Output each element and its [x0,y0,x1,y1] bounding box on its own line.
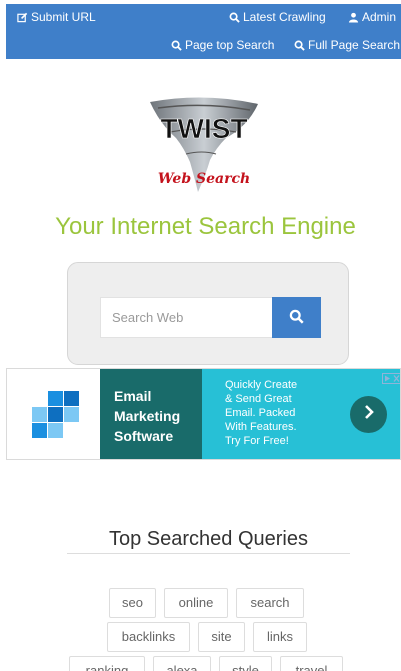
ad-title-line: Email [114,388,152,404]
search-icon [294,40,305,51]
search-icon [229,12,240,23]
query-tag[interactable]: travel [280,656,343,671]
ad-title-line: Marketing [114,408,181,424]
search-icon [171,40,182,51]
search-input[interactable] [100,297,272,338]
tagline: Your Internet Search Engine [55,213,356,240]
full-page-search-label: Full Page Search [308,38,401,52]
email-marketing-ad[interactable]: Email Marketing Software Quickly Create … [6,368,401,460]
logo-subtitle: Web Search [158,171,250,187]
ad-text-line: With Features. [225,421,297,433]
query-tag[interactable]: style [219,656,272,671]
user-icon [348,12,359,23]
adchoices-icon[interactable] [382,371,400,384]
ad-title: Email Marketing Software [114,386,204,446]
latest-crawling-link[interactable]: Latest Crawling [229,10,326,24]
divider [67,553,350,554]
search-icon [289,309,304,327]
ad-text-line: Email. Packed [225,407,296,419]
tornado-logo-image: TWIST Web Search [150,97,258,192]
submit-url-link[interactable]: Submit URL [17,10,96,24]
admin-label: Admin [362,10,397,24]
query-tag[interactable]: alexa [153,656,211,671]
ad-text-line: & Send Great [225,393,292,405]
top-queries-title: Top Searched Queries [108,528,308,550]
ad-text-line: Quickly Create [225,379,298,391]
query-tag[interactable]: seo [109,588,156,618]
submit-url-label: Submit URL [31,10,96,24]
ad-logo-icon [32,391,79,438]
ad-next-button[interactable] [350,396,387,433]
query-tag[interactable]: search [236,588,304,618]
latest-crawling-label: Latest Crawling [243,10,326,24]
page-top-search-label: Page top Search [185,38,275,52]
search-button[interactable] [272,297,321,338]
ad-text-line: Try For Free! [225,435,289,447]
query-tag[interactable]: links [253,622,307,652]
query-tag[interactable]: ranking [69,656,145,671]
query-tag[interactable]: backlinks [107,622,190,652]
page-top-search-link[interactable]: Page top Search [171,38,274,52]
query-tag[interactable]: online [164,588,228,618]
logo-wordmark: TWIST [160,113,247,144]
twist-logo[interactable]: TWIST Web Search [140,96,268,196]
query-tag[interactable]: site [198,622,245,652]
full-page-search-link[interactable]: Full Page Search [294,38,400,52]
ad-text: Quickly Create & Send Great Email. Packe… [225,378,340,448]
admin-link[interactable]: Admin [348,10,396,24]
chevron-right-icon [362,404,376,425]
ad-logo-area [7,369,100,459]
edit-icon [17,12,28,23]
ad-title-line: Software [114,428,174,444]
